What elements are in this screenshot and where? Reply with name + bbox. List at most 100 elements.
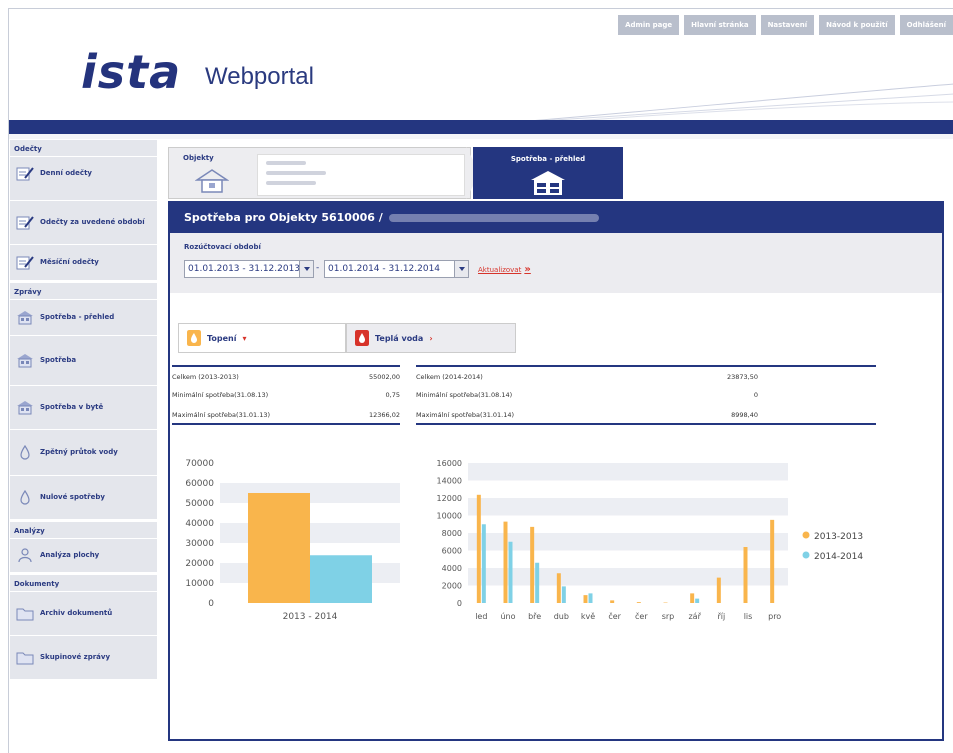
stat-label: Maximální spotřeba(31.01.14) [416, 411, 515, 419]
chevron-right-icon: › [429, 333, 433, 343]
notepad-pencil-icon [16, 167, 34, 181]
building-icon [17, 311, 33, 325]
bar-2013-2013 [248, 492, 310, 603]
stat-value: 55002,00 [368, 373, 400, 381]
grid-band [468, 498, 788, 516]
x-tick-label: srp [662, 612, 675, 621]
notepad-pencil-icon [16, 256, 34, 270]
y-tick-label: 60000 [185, 479, 214, 489]
bar-2013-2013 [583, 595, 588, 603]
sidebar-item-label: Měsíční odečty [40, 258, 99, 266]
stat-label: Maximální spotřeba(31.01.13) [172, 411, 271, 419]
bar-2013-2013 [636, 602, 641, 603]
sidebar-item-odecty-obdobi[interactable]: Odečty za uvedené období [10, 200, 157, 244]
x-tick-label: pro [768, 612, 781, 621]
redacted-address [388, 214, 599, 222]
ista-logo[interactable]: ista [81, 45, 181, 99]
x-tick-label: čer [608, 611, 621, 621]
tab-topeni[interactable]: Topení ▾ [178, 323, 346, 353]
tab-tepla-voda-label: Teplá voda [375, 333, 424, 343]
stat-row: Maximální spotřeba(31.01.13) 12366,02 [172, 405, 400, 425]
product-name: Webportal [205, 63, 314, 90]
stat-value: 0 [753, 391, 758, 399]
sidebar-section-dokumenty: Dokumenty Archiv dokumentů Skupinové zpr… [10, 575, 157, 679]
grid-band [468, 568, 788, 586]
x-tick-label: dub [554, 612, 569, 621]
sidebar-item-archiv-dokumentu[interactable]: Archiv dokumentů [10, 591, 157, 635]
bar-2014-2014 [310, 555, 372, 603]
tab-objekty[interactable]: Objekty [168, 147, 471, 199]
bar-2013-2013 [716, 577, 721, 603]
sidebar-item-analyza-plochy[interactable]: Analýza plochy [10, 538, 157, 572]
sidebar-item-nulove-spotreby[interactable]: Nulové spotřeby [10, 475, 157, 519]
sidebar-section-title: Zprávy [14, 288, 42, 296]
stat-row: Celkem (2013-2013) 55002,00 [172, 365, 400, 385]
sidebar-section-title: Odečty [14, 145, 42, 153]
water-drop-icon [355, 330, 369, 346]
nav-settings[interactable]: Nastavení [760, 15, 815, 35]
sidebar-section-title: Analýzy [14, 527, 45, 535]
stat-label: Celkem (2014-2014) [416, 373, 483, 381]
house-icon [195, 169, 229, 193]
bar-2014-2014 [561, 586, 566, 603]
y-tick-label: 0 [208, 599, 214, 609]
sidebar-item-denni-odecty[interactable]: Denní odečty [10, 156, 157, 190]
chevron-down-icon[interactable] [299, 261, 313, 277]
nav-manual[interactable]: Návod k použití [819, 15, 895, 35]
sidebar-item-label: Spotřeba v bytě [40, 403, 104, 411]
y-tick-label: 0 [457, 599, 462, 608]
x-tick-label: bře [528, 612, 541, 621]
bar-2013-2013 [530, 526, 535, 603]
stats-2014: Celkem (2014-2014) 23873,50 Minimální spo… [416, 365, 876, 425]
sidebar-item-spotreba-v-byte[interactable]: Spotřeba v bytě [10, 385, 157, 429]
page-title-text: Spotřeba pro Objekty 5610006 / [184, 211, 383, 224]
chevron-down-icon[interactable] [454, 261, 468, 277]
sidebar-item-spotreba[interactable]: Spotřeba [10, 335, 157, 385]
stat-label: Minimální spotřeba(31.08.14) [416, 391, 513, 399]
sidebar-item-label: Nulové spotřeby [40, 493, 105, 501]
chevron-down-icon: ▾ [242, 333, 247, 343]
period-from-select[interactable]: 01.01.2013 - 31.12.2013 [184, 260, 314, 278]
sidebar-item-zpetny-prutok[interactable]: Zpětný průtok vody [10, 429, 157, 475]
sidebar-section-zpravy: Zprávy Spotřeba - přehled Spotřeba Spotř… [10, 283, 157, 519]
nav-admin-page[interactable]: Admin page [618, 15, 680, 35]
x-tick-label: lis [744, 612, 753, 621]
period-from-value: 01.01.2013 - 31.12.2013 [188, 264, 301, 274]
update-link-label: Aktualizovat [478, 266, 522, 274]
sidebar-item-mesicni-odecty[interactable]: Měsíční odečty [10, 244, 157, 280]
tab-spotreba-label: Spotřeba - přehled [510, 155, 586, 163]
sidebar-item-spotreba-prehled[interactable]: Spotřeba - přehled [10, 299, 157, 335]
bar-2013-2013 [690, 593, 695, 603]
period-label: Rozúčtovací období [184, 243, 261, 251]
stat-label: Minimální spotřeba(31.08.13) [172, 391, 269, 399]
legend-marker [802, 531, 810, 539]
content-panel: Spotřeba pro Objekty 5610006 / Rozúčtova… [168, 201, 944, 741]
person-icon [18, 548, 32, 563]
y-tick-label: 50000 [185, 499, 214, 509]
sidebar-item-label: Odečty za uvedené období [40, 218, 145, 226]
water-drop-icon [20, 490, 30, 505]
tab-topeni-label: Topení [207, 333, 237, 343]
y-tick-label: 10000 [437, 512, 462, 521]
stat-row: Maximální spotřeba(31.01.14) 8998,40 [416, 405, 876, 425]
header-bar [9, 120, 953, 134]
grid-band [468, 533, 788, 551]
period-filter: Rozúčtovací období 01.01.2013 - 31.12.20… [170, 233, 942, 293]
page-title: Spotřeba pro Objekty 5610006 / [170, 203, 942, 233]
nav-home[interactable]: Hlavní stránka [684, 15, 756, 35]
apartment-icon [531, 171, 565, 195]
period-dash: - [316, 263, 320, 273]
tab-spotreba-prehled[interactable]: Spotřeba - přehled [473, 147, 623, 199]
nav-logout[interactable]: Odhlášení [899, 15, 953, 35]
sidebar-section-title: Dokumenty [14, 580, 60, 588]
stat-row: Minimální spotřeba(31.08.13) 0,75 [172, 385, 400, 405]
y-tick-label: 20000 [185, 559, 214, 569]
tab-tepla-voda[interactable]: Teplá voda › [346, 323, 516, 353]
folder-icon [16, 652, 34, 665]
stat-value: 0,75 [385, 391, 400, 399]
total-consumption-chart: 0 10000 20000 30000 40000 50000 60000 70000 2013… [185, 459, 400, 622]
update-link[interactable]: Aktualizovat» [478, 264, 531, 275]
period-to-select[interactable]: 01.01.2014 - 31.12.2014 [324, 260, 469, 278]
sidebar-item-skupinove-zpravy[interactable]: Skupinové zprávy [10, 635, 157, 679]
y-tick-label: 12000 [437, 494, 462, 503]
